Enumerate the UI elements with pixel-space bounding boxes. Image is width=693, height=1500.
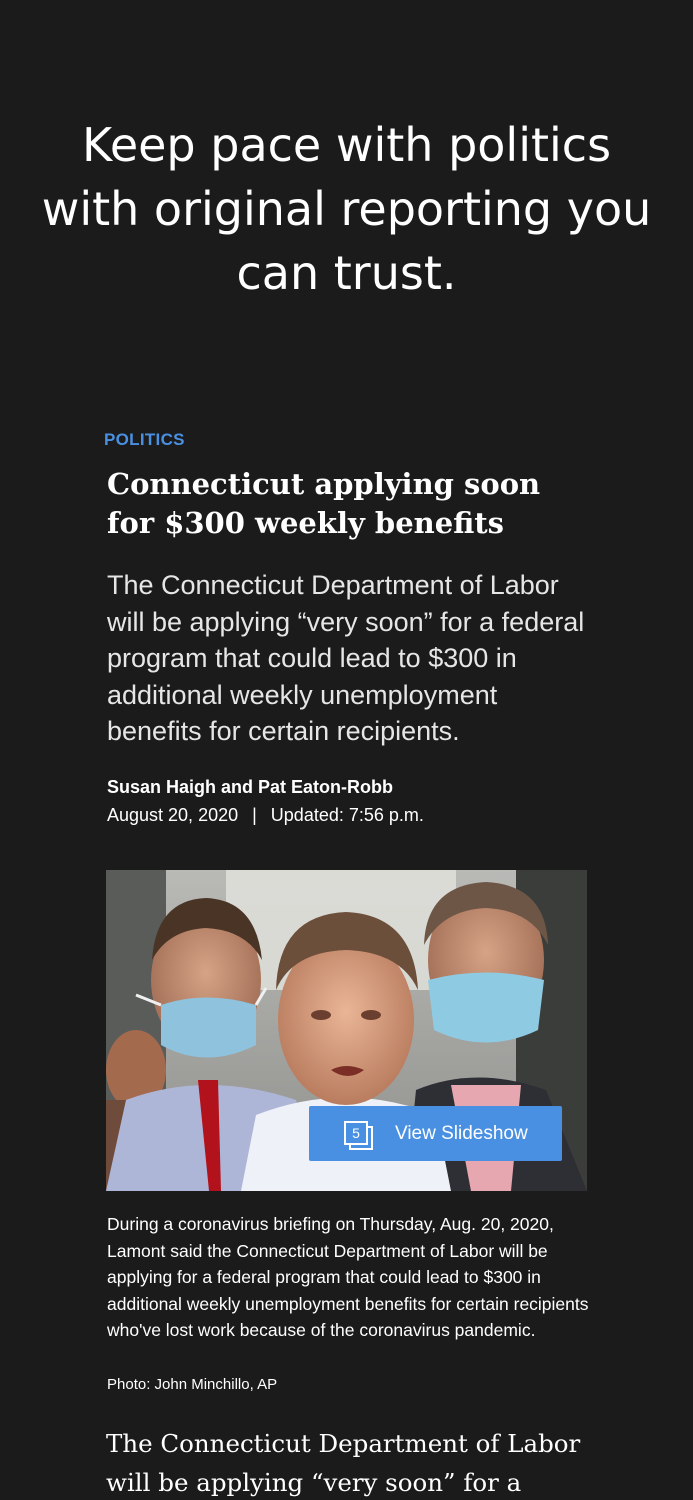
view-slideshow-button[interactable]: 5 View Slideshow [309,1106,562,1161]
photo-credit: Photo: John Minchillo, AP [107,1376,278,1393]
slideshow-stack-icon: 5 [344,1120,373,1150]
byline[interactable]: Susan Haigh and Pat Eaton-Robb [107,774,588,800]
promo-headline: Keep pace with politics with original re… [41,118,652,300]
date-separator: | [252,804,257,825]
article-dek: The Connecticut Department of Labor will… [107,570,585,746]
lead-photo[interactable]: 5 View Slideshow [106,870,587,1191]
article-header: POLITICS Connecticut applying soon for $… [104,430,588,830]
slide-count-badge: 5 [344,1120,368,1145]
photo-caption: During a coronavirus briefing on Thursda… [107,1214,589,1341]
dateline: August 20, 2020 | Updated: 7:56 p.m. [107,800,588,830]
publish-date: August 20, 2020 [107,804,239,825]
article-body-paragraph: The Connecticut Department of Labor will… [106,1429,581,1497]
section-kicker[interactable]: POLITICS [104,430,588,457]
updated-time: Updated: 7:56 p.m. [270,804,424,825]
article-headline: Connecticut applying soon for $300 weekl… [107,467,541,540]
view-slideshow-label: View Slideshow [395,1122,528,1144]
